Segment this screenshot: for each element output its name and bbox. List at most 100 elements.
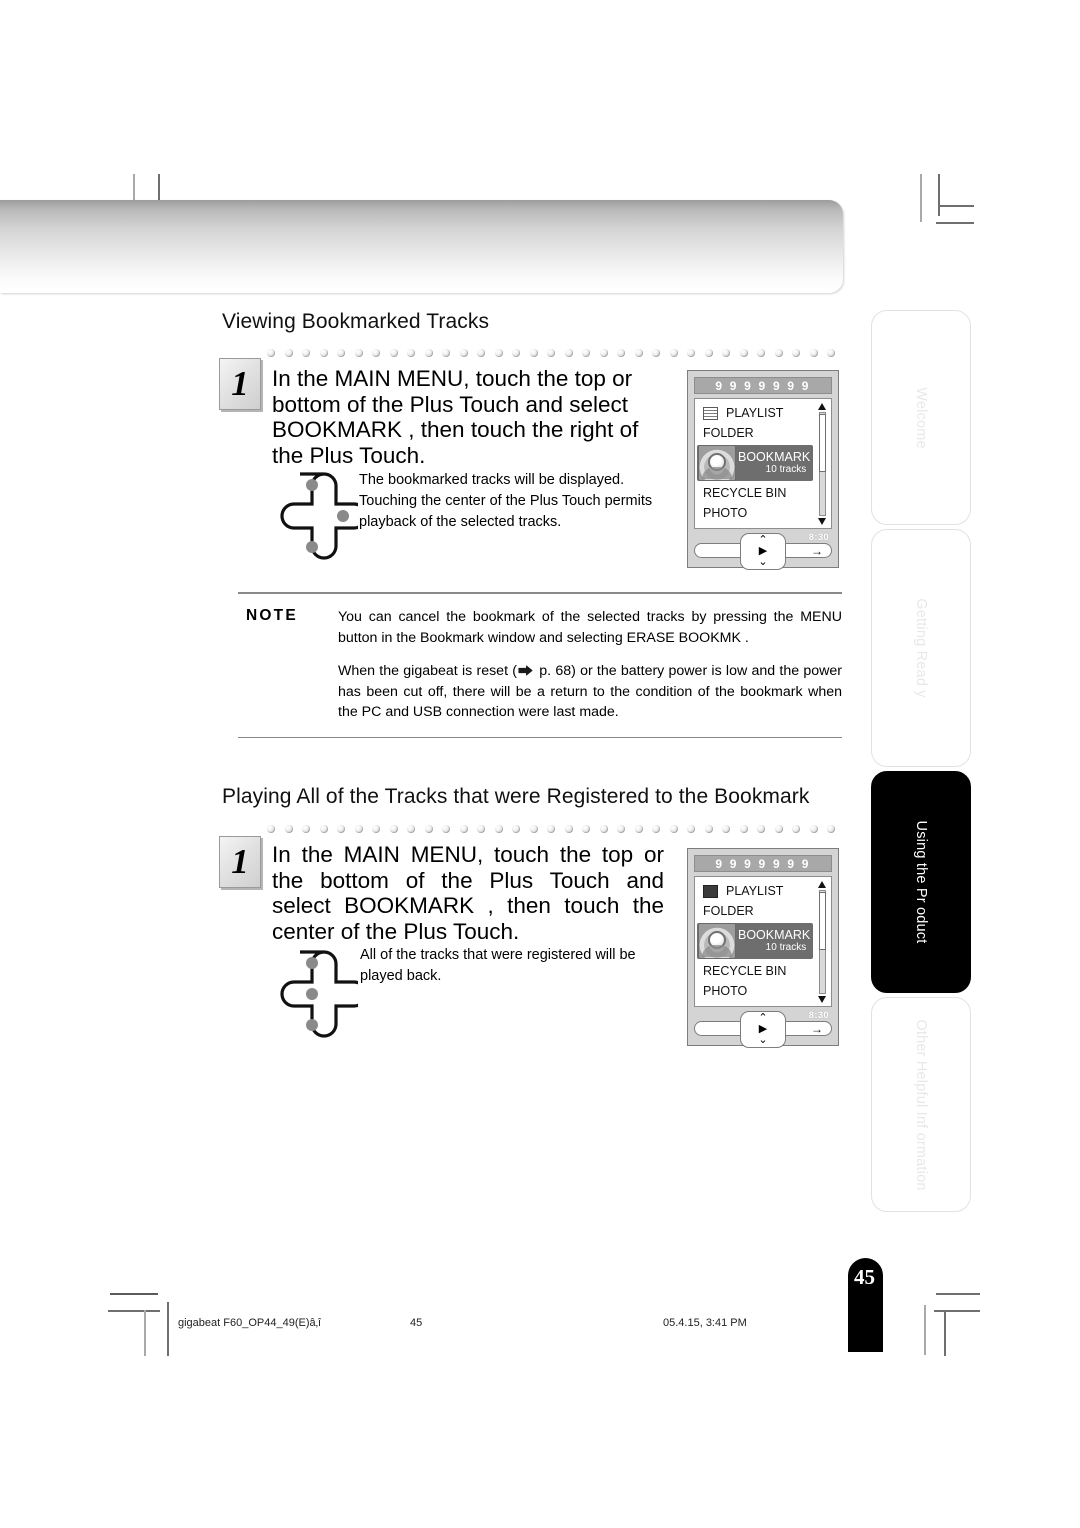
device-list-sublabel: 10 tracks bbox=[765, 942, 807, 953]
device-scrollbar[interactable] bbox=[818, 403, 827, 525]
bead-dot bbox=[582, 824, 590, 833]
arrow-right-icon[interactable]: → bbox=[811, 1023, 823, 1035]
bead-dot bbox=[494, 824, 503, 833]
bead-dot bbox=[319, 824, 328, 833]
bead-dot bbox=[739, 824, 748, 833]
scroll-up-arrow-icon[interactable] bbox=[818, 881, 826, 888]
device-clock: 8:30 bbox=[808, 1010, 829, 1021]
bead-dot bbox=[424, 348, 433, 357]
device-list-label: PHOTO bbox=[703, 506, 748, 520]
device-scrollbar[interactable] bbox=[818, 881, 827, 1003]
device-clock: 8:30 bbox=[808, 532, 829, 543]
device-title-bar: 9 9 9 9 9 9 9 bbox=[694, 855, 832, 872]
bead-dot bbox=[564, 348, 573, 357]
side-tab-welcome[interactable]: Welcome bbox=[871, 310, 971, 525]
bead-dot bbox=[372, 824, 380, 833]
bead-dot bbox=[599, 824, 608, 833]
page-reference-arrow-icon bbox=[518, 665, 533, 676]
page-number-badge: 45 bbox=[848, 1258, 883, 1352]
page-content: Viewing Bookmarked Tracks 1 In the MAIN … bbox=[0, 0, 1080, 1528]
bead-dot bbox=[827, 824, 835, 833]
bead-dot bbox=[564, 824, 573, 833]
step-number-badge: 1 bbox=[219, 358, 261, 410]
section-title-viewing-bookmarked-tracks: Viewing Bookmarked Tracks bbox=[222, 310, 490, 333]
chevron-down-icon[interactable]: ⌄ bbox=[758, 557, 767, 568]
side-tab-getting-ready[interactable]: Getting Read y bbox=[871, 529, 971, 767]
page-number: 45 bbox=[854, 1265, 875, 1289]
bead-dot bbox=[389, 824, 398, 833]
bead-dot bbox=[722, 824, 730, 833]
device-list-item-bookmark[interactable]: BOOKMARK 10 tracks bbox=[697, 923, 813, 959]
side-tab-other-helpful-information[interactable]: Other Helpful Inf ormation bbox=[871, 997, 971, 1212]
device-list-item-photo[interactable]: PHOTO bbox=[695, 503, 831, 523]
device-list-item-recycle-bin[interactable]: RECYCLE BIN bbox=[695, 483, 831, 503]
note-paragraph: When the gigabeat is reset ( p. 68) or t… bbox=[338, 661, 842, 723]
device-list-label: RECYCLE BIN bbox=[703, 486, 787, 500]
bead-dot bbox=[634, 348, 643, 357]
arrow-right-icon[interactable]: → bbox=[811, 545, 823, 557]
bead-dot bbox=[477, 824, 485, 833]
side-tab-label: Other Helpful Inf ormation bbox=[913, 1018, 929, 1191]
bead-separator bbox=[267, 824, 845, 833]
device-list-label: BOOKMARK bbox=[738, 928, 811, 942]
step-instruction-text: In the MAIN MENU, touch the top or botto… bbox=[272, 366, 639, 468]
bead-dot bbox=[372, 348, 380, 357]
bead-dot bbox=[634, 824, 643, 833]
bead-dot bbox=[652, 348, 660, 357]
footer-date: 05.4.15, 3:41 PM bbox=[663, 1317, 747, 1329]
bead-dot bbox=[494, 348, 503, 357]
bookmark-icon bbox=[698, 445, 736, 481]
bead-dot bbox=[722, 348, 730, 357]
scroll-up-arrow-icon[interactable] bbox=[818, 403, 826, 410]
side-tab-label: Getting Read y bbox=[913, 598, 929, 698]
chevron-down-icon[interactable]: ⌄ bbox=[758, 1035, 767, 1046]
device-list-item-bookmark[interactable]: BOOKMARK 10 tracks bbox=[697, 445, 813, 481]
bead-dot bbox=[424, 824, 433, 833]
divider bbox=[238, 736, 842, 738]
device-plus-touch-pad[interactable]: ⌃ ▶ ⌄ bbox=[740, 533, 786, 570]
device-list-item-photo[interactable]: PHOTO bbox=[695, 981, 831, 1001]
scroll-down-arrow-icon[interactable] bbox=[818, 518, 826, 525]
device-plus-touch-pad[interactable]: ⌃ ▶ ⌄ bbox=[740, 1011, 786, 1048]
step-sub-note: The bookmarked tracks will be displayed.… bbox=[359, 470, 669, 533]
device-list-item-playlist[interactable]: PLAYLIST bbox=[695, 881, 831, 901]
bead-dot bbox=[687, 348, 695, 357]
bead-dot bbox=[477, 348, 485, 357]
bead-dot bbox=[284, 348, 293, 357]
bead-dot bbox=[407, 824, 415, 833]
bookmark-icon bbox=[698, 923, 736, 959]
device-list-item-folder[interactable]: FOLDER bbox=[695, 901, 831, 921]
scroll-down-arrow-icon[interactable] bbox=[818, 996, 826, 1003]
bead-dot bbox=[582, 348, 590, 357]
bead-dot bbox=[757, 824, 765, 833]
device-list-item-playlist[interactable]: PLAYLIST bbox=[695, 403, 831, 423]
bead-dot bbox=[512, 348, 520, 357]
bead-dot bbox=[599, 348, 608, 357]
bead-dot bbox=[687, 824, 695, 833]
device-list-item-recycle-bin[interactable]: RECYCLE BIN bbox=[695, 961, 831, 981]
bead-dot bbox=[704, 824, 713, 833]
device-list-label: FOLDER bbox=[703, 904, 754, 918]
bead-dot bbox=[757, 348, 765, 357]
bead-dot bbox=[302, 824, 310, 833]
bead-dot bbox=[739, 348, 748, 357]
bead-dot bbox=[442, 348, 450, 357]
playlist-icon bbox=[703, 884, 718, 898]
device-list-label: PLAYLIST bbox=[726, 884, 784, 898]
bead-dot bbox=[669, 824, 678, 833]
bead-dot bbox=[319, 348, 328, 357]
step-number-badge: 1 bbox=[219, 836, 261, 888]
bead-dot bbox=[827, 348, 835, 357]
device-title-bar: 9 9 9 9 9 9 9 bbox=[694, 377, 832, 394]
device-screen-mock: 9 9 9 9 9 9 9 PLAYLIST FOLDER BOOKMARK 1… bbox=[687, 848, 839, 1048]
bead-dot bbox=[337, 824, 345, 833]
scrollbar-thumb[interactable] bbox=[819, 892, 826, 950]
device-menu-list: PLAYLIST FOLDER BOOKMARK 10 tracks RECYC… bbox=[694, 398, 832, 529]
device-list-label: PLAYLIST bbox=[726, 406, 784, 420]
device-list-item-folder[interactable]: FOLDER bbox=[695, 423, 831, 443]
scrollbar-thumb[interactable] bbox=[819, 414, 826, 472]
side-tab-strip: Welcome Getting Read y Using the Pr oduc… bbox=[871, 310, 971, 1216]
side-tab-using-the-product[interactable]: Using the Pr oduct bbox=[871, 771, 971, 993]
bead-dot bbox=[267, 348, 275, 357]
bead-dot bbox=[442, 824, 450, 833]
